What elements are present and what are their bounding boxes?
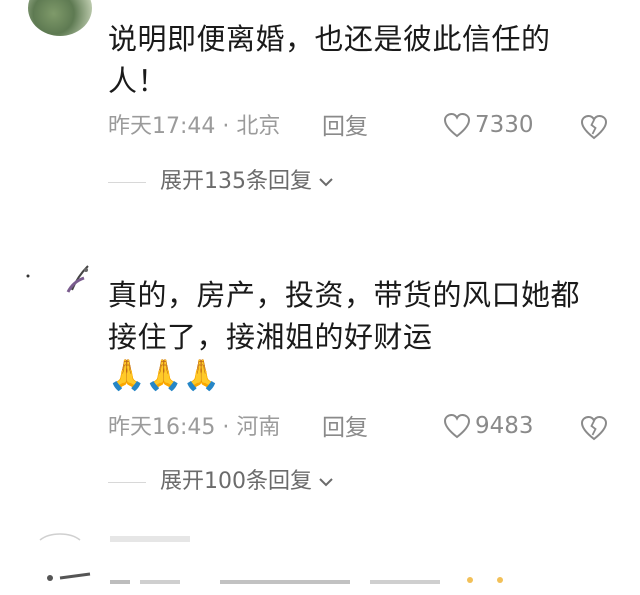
comment-location: 河南 bbox=[236, 415, 281, 440]
chevron-down-icon bbox=[319, 178, 333, 187]
like-button[interactable]: 7330 bbox=[443, 112, 534, 138]
divider-line bbox=[108, 481, 146, 483]
pray-emoji: 🙏🙏🙏 bbox=[108, 358, 221, 393]
like-count: 9483 bbox=[475, 413, 534, 439]
expand-replies-label: 展开100条回复 bbox=[160, 469, 312, 494]
comment-text: 真的，房产，投资，带货的风口她都接住了，接湘姐的好财运 bbox=[108, 278, 581, 354]
chevron-down-icon bbox=[319, 478, 333, 487]
heart-outline-icon bbox=[443, 112, 471, 138]
comment-time: 昨天17:44 bbox=[108, 114, 216, 139]
expand-replies-label: 展开135条回复 bbox=[160, 169, 312, 194]
reply-button[interactable]: 回复 bbox=[322, 112, 368, 142]
comment-location: 北京 bbox=[236, 114, 281, 139]
commenter-avatar[interactable] bbox=[24, 262, 94, 302]
broken-heart-icon bbox=[580, 114, 608, 140]
commenter-avatar[interactable] bbox=[28, 0, 92, 36]
dislike-button[interactable] bbox=[580, 114, 608, 144]
emoji-row: 🙏🙏🙏 bbox=[108, 356, 220, 396]
like-count: 7330 bbox=[475, 112, 534, 138]
comment-meta: 昨天17:44 · 北京 bbox=[108, 114, 281, 139]
like-button[interactable]: 9483 bbox=[443, 413, 534, 439]
broken-heart-icon bbox=[580, 415, 608, 441]
next-comment-preview bbox=[30, 528, 610, 591]
dislike-button[interactable] bbox=[580, 415, 608, 445]
comment-text: 说明即便离婚，也还是彼此信任的人！ bbox=[108, 22, 551, 98]
comment-time: 昨天16:45 bbox=[108, 415, 216, 440]
heart-outline-icon bbox=[443, 413, 471, 439]
expand-replies[interactable]: 展开135条回复 bbox=[108, 167, 334, 197]
expand-replies[interactable]: 展开100条回复 bbox=[108, 467, 334, 497]
divider-line bbox=[108, 181, 146, 183]
reply-button[interactable]: 回复 bbox=[322, 413, 368, 443]
comment-meta: 昨天16:45 · 河南 bbox=[108, 415, 281, 440]
